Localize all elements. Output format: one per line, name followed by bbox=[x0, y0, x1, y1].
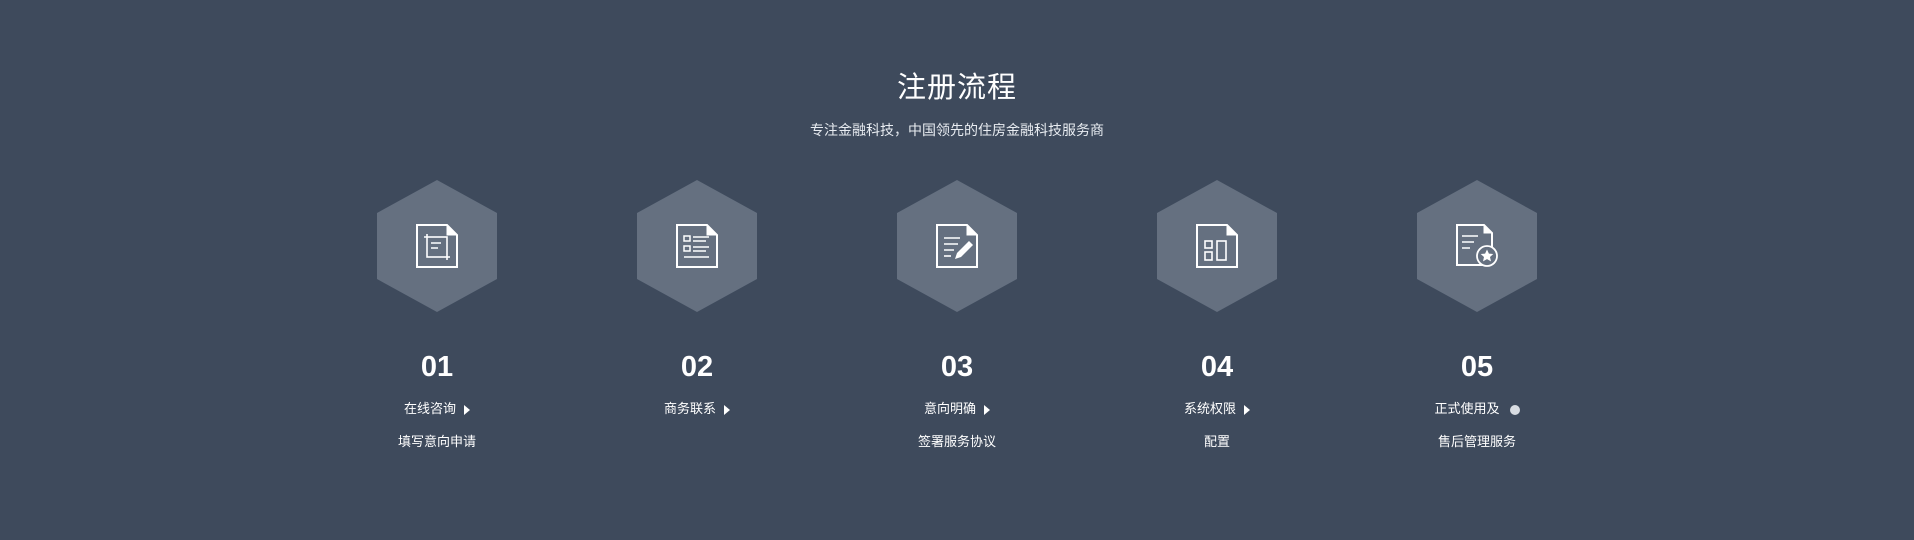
step-number: 05 bbox=[1460, 351, 1494, 383]
star-document-icon bbox=[1456, 224, 1498, 267]
step-label: 意向明确 bbox=[923, 402, 976, 417]
step-3[interactable]: 03 意向明确 签署服务协议 bbox=[857, 180, 1057, 453]
step-label-row: 正式使用及 bbox=[1377, 400, 1577, 420]
crop-document-icon bbox=[416, 224, 458, 268]
step-number: 01 bbox=[420, 351, 454, 383]
step-number: 04 bbox=[1200, 351, 1234, 383]
step-description: 填写意向申请 bbox=[397, 435, 476, 450]
step-number: 03 bbox=[940, 351, 974, 383]
step-label: 正式使用及 bbox=[1434, 402, 1500, 417]
step-5[interactable]: 05 正式使用及 售后管理服务 bbox=[1377, 180, 1577, 453]
step-label-row: 系统权限 bbox=[1117, 400, 1317, 420]
arrow-right-icon bbox=[464, 405, 470, 415]
edit-document-icon bbox=[936, 224, 978, 268]
step-description: 配置 bbox=[1203, 435, 1230, 450]
hexagon-badge bbox=[377, 180, 497, 312]
arrow-right-icon bbox=[1244, 405, 1250, 415]
arrow-right-icon bbox=[984, 405, 990, 415]
step-label: 系统权限 bbox=[1183, 402, 1236, 417]
step-label: 商务联系 bbox=[663, 402, 716, 417]
hexagon-badge bbox=[637, 180, 757, 312]
hexagon-badge bbox=[897, 180, 1017, 312]
dot-icon bbox=[1509, 405, 1520, 415]
arrow-right-icon bbox=[724, 405, 730, 415]
list-document-icon bbox=[676, 224, 718, 268]
step-1[interactable]: 01 在线咨询 填写意向申请 bbox=[337, 180, 537, 453]
step-number: 02 bbox=[680, 351, 714, 383]
step-label-row: 意向明确 bbox=[857, 400, 1057, 420]
step-description: 售后管理服务 bbox=[1437, 435, 1516, 450]
hexagon-badge bbox=[1417, 180, 1537, 312]
step-description bbox=[597, 433, 797, 453]
step-label: 在线咨询 bbox=[403, 402, 456, 417]
step-label-row: 商务联系 bbox=[597, 400, 797, 420]
hexagon-badge bbox=[1157, 180, 1277, 312]
step-description: 签署服务协议 bbox=[917, 435, 996, 450]
process-steps: 01 在线咨询 填写意向申请 02 商务联系 03 意向明确 签署服务协议 04… bbox=[0, 0, 1914, 540]
step-4[interactable]: 04 系统权限 配置 bbox=[1117, 180, 1317, 453]
step-2[interactable]: 02 商务联系 bbox=[597, 180, 797, 453]
layout-document-icon bbox=[1196, 224, 1238, 268]
step-label-row: 在线咨询 bbox=[337, 400, 537, 420]
